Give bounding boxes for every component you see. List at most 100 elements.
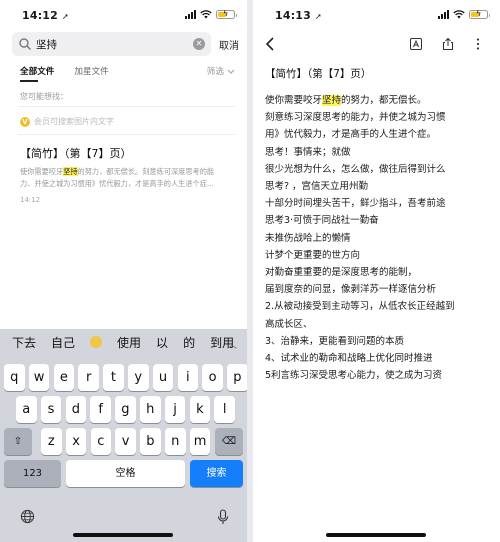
document-content: 【简竹】（第【7】页） 使你需要咬牙坚持的努力，都无偿长。 刻意练习深度思考的能… [265, 66, 494, 384]
key-letter[interactable]: h [140, 396, 161, 423]
member-tip[interactable]: V 会员可搜索图片内文字 [20, 116, 114, 127]
document-title: 【简竹】（第【7】页） [265, 68, 372, 80]
clear-icon[interactable]: ✕ [193, 38, 205, 50]
candidate-word[interactable]: 以 [156, 334, 168, 351]
home-indicator[interactable] [326, 533, 426, 537]
key-letter[interactable]: p [227, 364, 247, 391]
wifi-icon [200, 10, 212, 19]
search-result-item[interactable]: 【简竹】（第【7】页） 使你需要咬牙坚持的努力，都无偿长。刻意练可深度思考的能 … [20, 145, 235, 204]
document-line: 4、试术业的勒命和战略上优化同时推进 [265, 353, 433, 365]
search-key[interactable]: 搜索 [190, 460, 243, 487]
signal-icon [438, 10, 449, 19]
document-line: 思考? ，宫信天立用州勤 [265, 181, 369, 193]
document-line: 思考！事情来；就做 [265, 146, 351, 158]
key-letter[interactable]: v [115, 428, 136, 455]
text-recognition-icon[interactable] [409, 37, 423, 51]
document-line: 3、治静来，更能看到问题的本质 [265, 335, 405, 347]
document-line: 2.从被动接受到主动等习，从低农长正经越到 [265, 301, 455, 313]
candidate-word[interactable]: 的 [183, 334, 195, 351]
document-line: 思考3·可愤于同战社一勤奋 [265, 215, 379, 227]
filter-label: 筛选 [206, 67, 224, 77]
document-line: 用》忧代毅力，才是高手的人生进个症。 [265, 129, 437, 141]
search-highlight: 坚持 [63, 167, 78, 176]
key-letter[interactable]: a [16, 396, 37, 423]
key-letter[interactable]: i [177, 364, 199, 391]
status-bar: 14:12 ➚ ϟ [0, 0, 247, 30]
search-highlight: 坚持 [322, 95, 342, 106]
space-key[interactable]: 空格 [66, 460, 185, 487]
suggestion-hint: 您可能想找： [20, 92, 68, 101]
battery-icon: ϟ [469, 9, 490, 19]
candidate-word[interactable]: 下去 [12, 334, 36, 351]
key-letter[interactable]: b [140, 428, 161, 455]
document-line: 5利言练习深受思考心能力，使之成为习资 [265, 370, 443, 382]
more-icon[interactable] [471, 37, 485, 51]
document-line: 计梦个更重要的世方向 [265, 249, 361, 261]
right-screen: 14:13 ➚ ϟ 【简竹】（第【7】页） 使你需要咬牙坚持的努力，都无偿长。 … [253, 0, 500, 542]
cancel-button[interactable]: 取消 [219, 37, 239, 52]
share-icon[interactable] [441, 37, 455, 51]
key-letter[interactable]: w [28, 364, 50, 391]
document-toolbar [253, 34, 500, 54]
keyboard: 下去 自己 使用 以 的 到用 ︿ q w e r t y u i o p a s d f g h j k l ⇧ z x… [0, 329, 247, 542]
document-line: 未推伤战哈上的懒情 [265, 232, 351, 244]
key-letter[interactable]: l [214, 396, 235, 423]
globe-icon[interactable] [20, 509, 35, 524]
key-letter[interactable]: u [152, 364, 174, 391]
search-input[interactable] [36, 38, 193, 50]
key-letter[interactable]: c [90, 428, 112, 455]
shift-key[interactable]: ⇧ [4, 428, 32, 455]
member-tip-text: 会员可搜索图片内文字 [34, 117, 114, 126]
vip-icon: V [20, 116, 30, 127]
document-line: 刻意练习深度思考的能力，并使之城为习惯 [265, 112, 446, 124]
tab-starred-files[interactable]: 加星文件 [74, 65, 108, 77]
emoji-candidate-icon[interactable] [90, 335, 103, 350]
result-date: 14:12 [20, 196, 41, 204]
status-icons: ϟ [438, 9, 490, 19]
key-letter[interactable]: g [115, 396, 136, 423]
key-letter[interactable]: d [65, 396, 87, 423]
chevron-down-icon [227, 69, 235, 74]
file-tabs: 全部文件 加星文件 筛选 [20, 64, 235, 78]
candidate-word[interactable]: 自己 [51, 334, 75, 351]
document-line: 对勤奋重重要的是深度思考的能制， [265, 267, 418, 279]
microphone-icon[interactable] [217, 509, 229, 525]
result-title: 【简竹】（第【7】页） [20, 147, 132, 160]
home-indicator[interactable] [73, 533, 173, 537]
document-line: 使你需要咬牙坚持的努力，都无偿长。 [265, 95, 427, 106]
left-screen: 14:12 ➚ ϟ ✕ 取消 全部文件 加星文件 筛选 您可能想找： V 会员可搜… [0, 0, 247, 542]
key-letter[interactable]: z [41, 428, 62, 455]
status-bar: 14:13 ➚ ϟ [253, 0, 500, 30]
key-letter[interactable]: k [189, 396, 211, 423]
filter-button[interactable]: 筛选 [207, 65, 235, 77]
key-letter[interactable]: q [4, 364, 25, 391]
search-box[interactable]: ✕ [12, 32, 211, 56]
key-letter[interactable]: n [165, 428, 186, 455]
divider [18, 106, 235, 107]
key-letter[interactable]: s [40, 396, 62, 423]
candidate-word[interactable]: 使用 [117, 334, 141, 351]
back-arrow-icon[interactable] [265, 36, 275, 52]
key-letter[interactable]: j [164, 396, 186, 423]
status-icons: ϟ [185, 9, 237, 19]
key-letter[interactable]: e [53, 364, 75, 391]
search-icon [19, 38, 31, 50]
key-letter[interactable]: x [65, 428, 87, 455]
key-letter[interactable]: m [189, 428, 211, 455]
document-line: 高成长区、 [265, 318, 313, 330]
numbers-key[interactable]: 123 [4, 460, 61, 487]
key-letter[interactable]: o [202, 364, 223, 391]
key-letter[interactable]: t [103, 364, 124, 391]
battery-icon: ϟ [216, 9, 237, 19]
location-arrow-icon: ➚ [62, 12, 69, 21]
delete-key[interactable]: ⌫ [215, 428, 243, 455]
result-snippet: 力、并使之城为习惯用》忧代毅力，才是高手的人生进个症... [20, 179, 214, 188]
key-letter[interactable]: y [128, 364, 149, 391]
key-letter[interactable]: r [78, 364, 99, 391]
tab-all-files[interactable]: 全部文件 [20, 65, 54, 77]
result-snippet: 使你需要咬牙坚持的努力，都无偿长。刻意练可深度思考的能 [20, 167, 215, 176]
key-letter[interactable]: f [90, 396, 111, 423]
chevron-up-icon[interactable]: ︿ [227, 336, 237, 351]
wifi-icon [453, 10, 465, 19]
active-tab-indicator [20, 80, 38, 82]
